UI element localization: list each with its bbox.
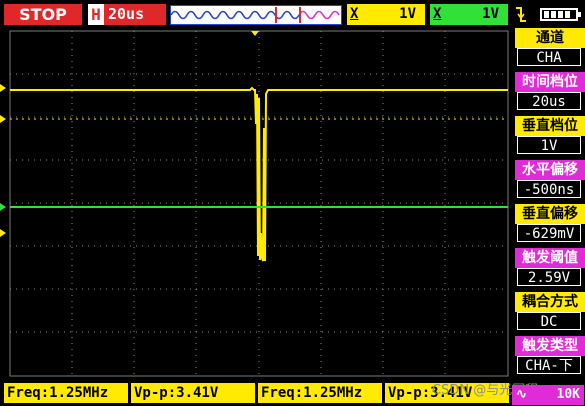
menu-item-trigger-threshold[interactable]: 触发阈值 2.59V — [515, 248, 585, 288]
sample-rate-indicator[interactable]: ∿ 10K — [512, 385, 584, 405]
settings-menu: 通道 CHA 时间档位 20us 垂直档位 1V 水平偏移 -500ns 垂直偏… — [515, 28, 585, 380]
menu-item-trigger-type[interactable]: 触发类型 CHA-下 — [515, 336, 585, 376]
menu-item-value: CHA — [517, 48, 581, 66]
menu-item-channel[interactable]: 通道 CHA — [515, 28, 585, 68]
measure-freq-2: Freq:1.25MHz — [258, 383, 382, 403]
menu-item-value: 1V — [517, 136, 581, 154]
scope-display[interactable] — [0, 28, 515, 380]
ch1-scale-value: 1V — [399, 6, 416, 22]
menu-item-value: 2.59V — [517, 268, 581, 286]
battery-icon — [540, 8, 581, 21]
ch1-coupling-icon: X — [350, 6, 359, 22]
menu-item-value: -629mV — [517, 224, 581, 242]
ch2-scale-value: 1V — [482, 6, 499, 22]
menu-item-label: 通道 — [515, 28, 585, 48]
timebase-value: 20us — [108, 5, 145, 23]
falling-edge-icon — [516, 7, 526, 22]
menu-item-label: 时间档位 — [515, 72, 585, 92]
ch2-coupling-icon: X — [433, 6, 442, 22]
run-stop-button[interactable]: STOP — [4, 4, 82, 25]
ch2-scale-indicator[interactable]: X 1V — [430, 4, 508, 25]
menu-item-value: 20us — [517, 92, 581, 110]
menu-item-label: 水平偏移 — [515, 160, 585, 180]
menu-item-value: CHA-下 — [517, 356, 581, 374]
menu-item-label: 垂直档位 — [515, 116, 585, 136]
menu-item-horizontal-offset[interactable]: 水平偏移 -500ns — [515, 160, 585, 200]
menu-item-timebase[interactable]: 时间档位 20us — [515, 72, 585, 112]
menu-item-value: DC — [517, 312, 581, 330]
menu-item-label: 垂直偏移 — [515, 204, 585, 224]
menu-item-label: 触发阈值 — [515, 248, 585, 268]
timebase-mode: H — [88, 4, 104, 25]
ch1-scale-indicator[interactable]: X 1V — [347, 4, 425, 25]
menu-item-value: -500ns — [517, 180, 581, 198]
menu-item-coupling[interactable]: 耦合方式 DC — [515, 292, 585, 332]
timebase-indicator[interactable]: H 20us — [88, 4, 166, 25]
measure-freq-1: Freq:1.25MHz — [4, 383, 128, 403]
waveform-overview[interactable] — [170, 5, 342, 25]
measure-vpp-1: Vp-p:3.41V — [131, 383, 255, 403]
menu-item-vertical-offset[interactable]: 垂直偏移 -629mV — [515, 204, 585, 244]
overview-wave-icon — [170, 7, 340, 23]
menu-item-label: 触发类型 — [515, 336, 585, 356]
wave-icon: ∿ — [516, 387, 527, 402]
menu-item-label: 耦合方式 — [515, 292, 585, 312]
sample-rate-value: 10K — [556, 387, 580, 402]
top-status-bar: STOP H 20us X 1V X 1V — [0, 0, 585, 28]
menu-item-vertical-scale[interactable]: 垂直档位 1V — [515, 116, 585, 156]
